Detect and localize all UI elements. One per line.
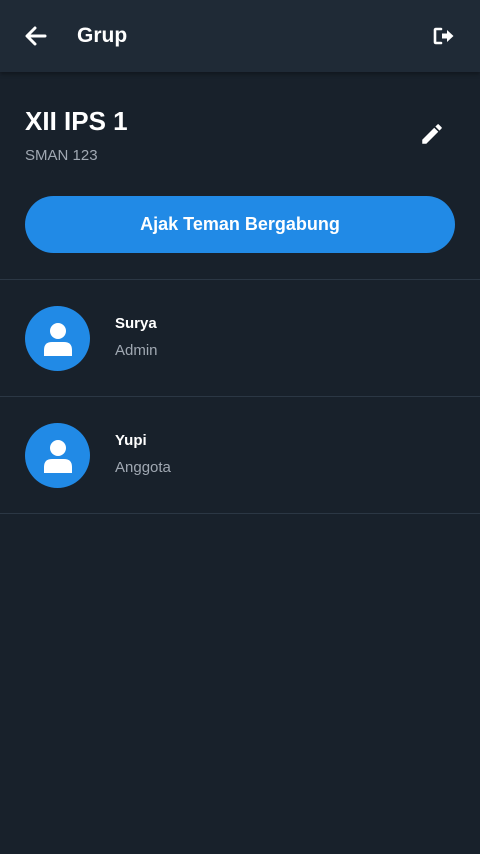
avatar bbox=[25, 423, 90, 488]
user-icon bbox=[43, 322, 72, 356]
app-bar: Grup bbox=[0, 0, 480, 72]
exit-group-button[interactable] bbox=[424, 16, 464, 56]
avatar bbox=[25, 306, 90, 371]
group-name: XII IPS 1 bbox=[25, 106, 128, 136]
edit-group-button[interactable] bbox=[410, 112, 454, 156]
member-row-yupi[interactable]: Yupi Anggota bbox=[0, 397, 480, 513]
member-role: Admin bbox=[115, 342, 158, 359]
invite-friends-button[interactable]: Ajak Teman Bergabung bbox=[25, 196, 455, 253]
exit-icon bbox=[433, 27, 454, 45]
user-icon bbox=[43, 439, 72, 473]
school-name: SMAN 123 bbox=[25, 147, 98, 164]
arrow-left-icon bbox=[25, 26, 47, 46]
group-screen: Grup XII IPS 1 SMAN 123 Ajak Teman Berga… bbox=[0, 0, 480, 854]
member-name: Surya bbox=[115, 315, 157, 332]
divider bbox=[0, 513, 480, 514]
pencil-icon bbox=[422, 124, 442, 144]
member-name: Yupi bbox=[115, 432, 147, 449]
member-role: Anggota bbox=[115, 459, 171, 476]
back-button[interactable] bbox=[16, 16, 56, 56]
app-bar-title: Grup bbox=[77, 24, 128, 47]
member-row-surya[interactable]: Surya Admin bbox=[0, 280, 480, 396]
